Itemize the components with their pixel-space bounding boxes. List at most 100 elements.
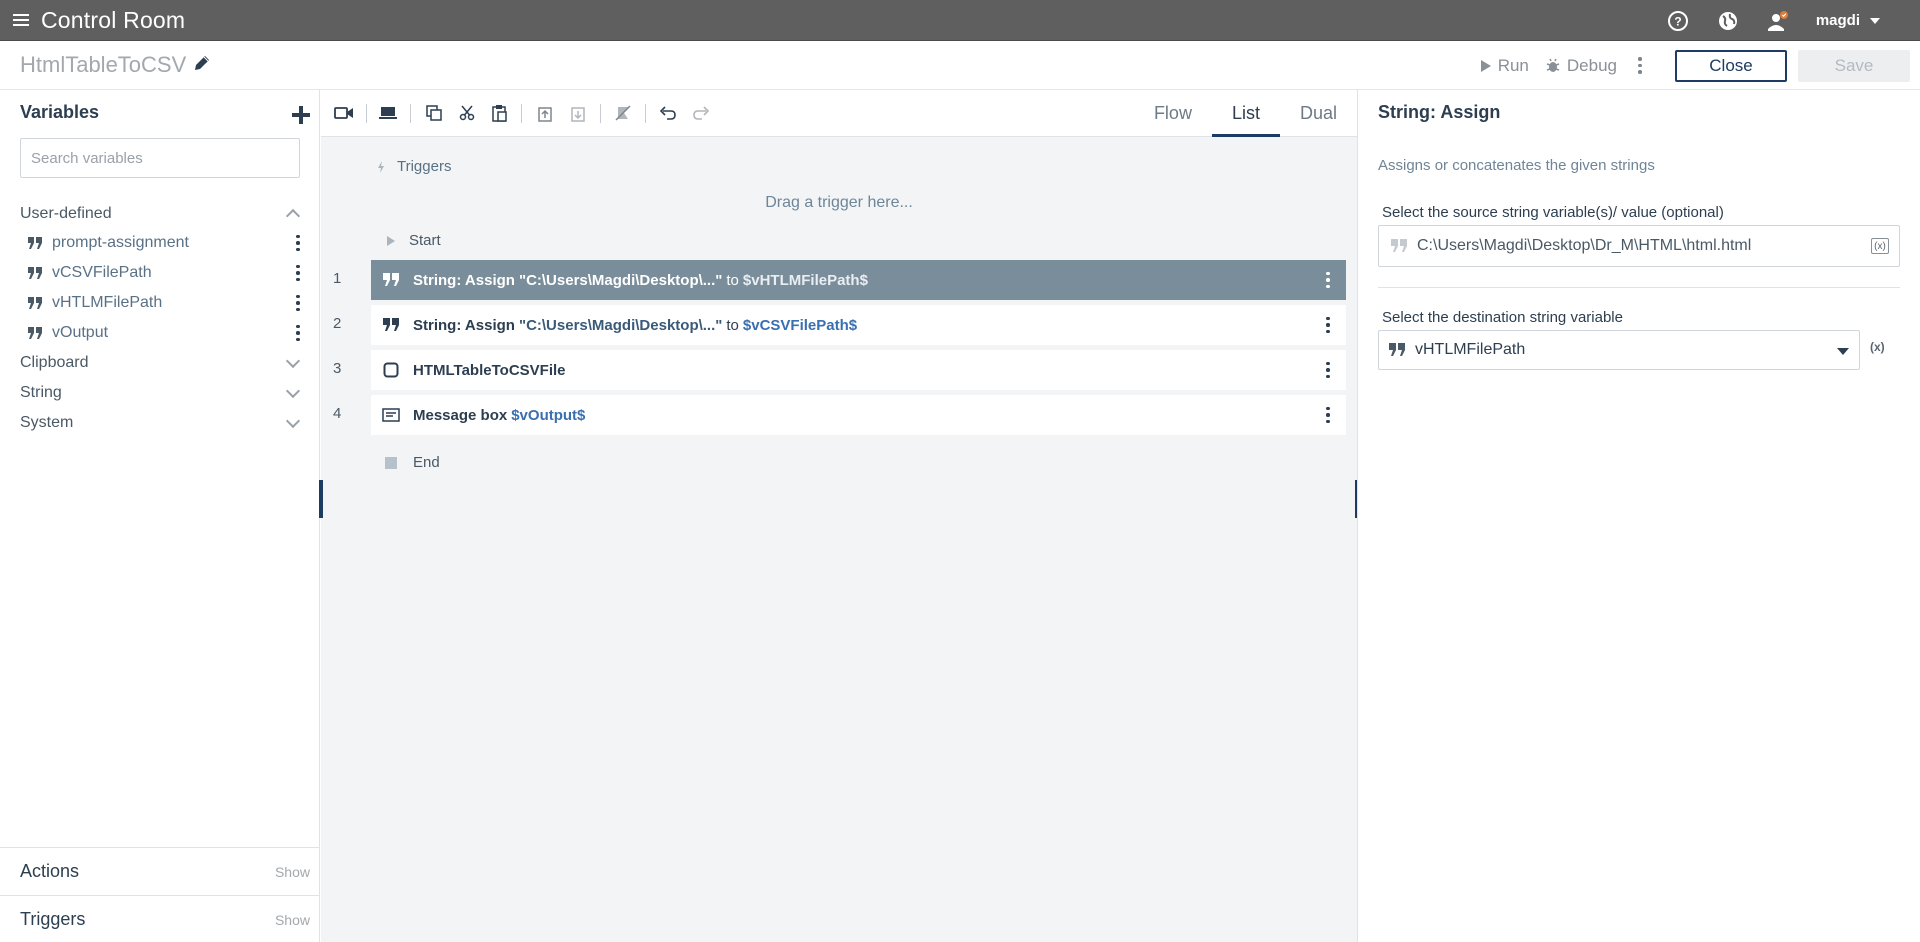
quote-icon — [28, 297, 42, 309]
step-number: 4 — [333, 405, 342, 422]
step-menu-icon[interactable] — [1324, 404, 1332, 426]
source-string-value: C:\Users\Magdi\Desktop\Dr_M\HTML\html.ht… — [1417, 237, 1752, 254]
variable-item[interactable]: prompt-assignment — [28, 230, 302, 256]
trigger-drop-zone[interactable]: Drag a trigger here... — [321, 194, 1357, 212]
variables-panel: Variables User-defined prompt-assignment… — [0, 90, 320, 942]
search-variables-input[interactable] — [20, 138, 300, 178]
step-action: String: Assign — [413, 316, 515, 334]
properties-description: Assigns or concatenates the given string… — [1378, 157, 1655, 174]
close-button[interactable]: Close — [1675, 49, 1787, 82]
stop-icon — [385, 456, 397, 469]
destination-variable-value: vHTLMFilePath — [1415, 341, 1526, 358]
step-to: to — [726, 271, 739, 289]
add-variable-icon[interactable] — [292, 106, 310, 124]
step-variable: $vOutput$ — [511, 406, 586, 424]
editor-toolbar: Flow List Dual — [321, 90, 1357, 137]
triggers-section[interactable]: Triggers Show — [0, 895, 320, 942]
step-row[interactable]: HTMLTableToCSVFile — [371, 350, 1346, 390]
bug-icon — [1546, 58, 1560, 72]
variable-menu-icon[interactable] — [294, 262, 302, 284]
actions-show-toggle[interactable]: Show — [275, 864, 310, 880]
user-menu[interactable]: magdi — [1816, 12, 1880, 29]
disable-icon[interactable] — [612, 102, 634, 124]
step-menu-icon[interactable] — [1324, 269, 1332, 291]
group-label: String — [20, 384, 62, 401]
step-number: 1 — [333, 270, 342, 287]
help-icon[interactable]: ? — [1666, 9, 1690, 33]
variable-item[interactable]: vOutput — [28, 320, 302, 346]
variable-item[interactable]: vHTLMFilePath — [28, 290, 302, 316]
step-action: Message box — [413, 406, 508, 424]
globe-icon[interactable] — [1716, 9, 1740, 33]
group-system[interactable]: System — [20, 411, 302, 435]
tab-dual[interactable]: Dual — [1280, 90, 1357, 137]
destination-variable-select[interactable]: vHTLMFilePath — [1378, 330, 1860, 370]
quote-icon — [381, 315, 401, 335]
tab-flow[interactable]: Flow — [1134, 90, 1212, 137]
variable-item[interactable]: vCSVFilePath — [28, 260, 302, 286]
step-action: String: Assign — [413, 271, 515, 289]
top-bar: Control Room ? magdi — [0, 0, 1920, 41]
destination-field-label: Select the destination string variable — [1382, 309, 1623, 326]
variable-menu-icon[interactable] — [294, 322, 302, 344]
quote-icon — [381, 270, 401, 290]
save-button[interactable]: Save — [1798, 49, 1910, 82]
play-icon — [1480, 59, 1491, 72]
variable-name: vCSVFilePath — [52, 264, 152, 281]
copy-icon[interactable] — [423, 102, 445, 124]
notifications-icon[interactable] — [1766, 9, 1790, 33]
create-variable-icon[interactable]: (x) — [1870, 340, 1885, 354]
step-action: HTMLTableToCSVFile — [413, 361, 566, 379]
actions-section[interactable]: Actions Show — [0, 847, 320, 895]
laptop-icon[interactable] — [377, 102, 399, 124]
paste-above-icon[interactable] — [534, 102, 556, 124]
triggers-section-label: Triggers — [20, 909, 86, 929]
app-title: Control Room — [41, 6, 186, 33]
bot-name: HtmlTableToCSV — [20, 52, 187, 77]
menu-icon[interactable] — [13, 14, 33, 26]
debug-button[interactable]: Debug — [1545, 56, 1617, 76]
group-clipboard[interactable]: Clipboard — [20, 351, 302, 375]
pencil-icon[interactable] — [192, 53, 212, 77]
start-label: Start — [409, 232, 441, 249]
step-literal: "C:\Users\Magdi\Desktop\..." — [518, 316, 723, 334]
chevron-down-icon — [1837, 348, 1849, 355]
cut-icon[interactable] — [456, 102, 478, 124]
tab-list[interactable]: List — [1211, 90, 1280, 137]
step-to: to — [726, 316, 739, 334]
step-row[interactable]: String: Assign "C:\Users\Magdi\Desktop\.… — [371, 260, 1346, 300]
svg-text:?: ? — [1674, 14, 1681, 28]
step-variable: $vHTLMFilePath$ — [742, 271, 868, 289]
run-button[interactable]: Run — [1480, 56, 1529, 76]
variables-title: Variables — [20, 102, 100, 122]
source-string-input[interactable]: C:\Users\Magdi\Desktop\Dr_M\HTML\html.ht… — [1378, 225, 1900, 267]
run-label: Run — [1497, 55, 1529, 75]
group-string[interactable]: String — [20, 381, 302, 405]
insert-variable-icon[interactable]: (x) — [1871, 238, 1889, 254]
variable-menu-icon[interactable] — [294, 292, 302, 314]
record-icon[interactable] — [333, 102, 355, 124]
step-row[interactable]: Message box $vOutput$ — [371, 395, 1346, 435]
step-menu-icon[interactable] — [1324, 314, 1332, 336]
chevron-down-icon — [285, 413, 301, 429]
user-name: magdi — [1815, 12, 1860, 29]
quote-icon — [1389, 343, 1405, 356]
step-variable: $vCSVFilePath$ — [742, 316, 858, 334]
left-resize-handle[interactable] — [319, 480, 323, 518]
paste-icon[interactable] — [489, 102, 511, 124]
quote-icon — [28, 327, 42, 339]
quote-icon — [1391, 239, 1407, 252]
step-menu-icon[interactable] — [1324, 359, 1332, 381]
redo-icon[interactable] — [690, 102, 712, 124]
variable-name: vOutput — [52, 324, 109, 341]
quote-icon — [28, 267, 42, 279]
step-row[interactable]: String: Assign "C:\Users\Magdi\Desktop\.… — [371, 305, 1346, 345]
more-options-icon[interactable] — [1633, 55, 1647, 77]
undo-icon[interactable] — [657, 102, 679, 124]
triggers-show-toggle[interactable]: Show — [275, 912, 310, 928]
chevron-down-icon — [285, 353, 301, 369]
end-node: End — [385, 454, 440, 471]
variable-menu-icon[interactable] — [294, 232, 302, 254]
group-user-defined[interactable]: User-defined — [20, 202, 302, 226]
paste-below-icon[interactable] — [567, 102, 589, 124]
